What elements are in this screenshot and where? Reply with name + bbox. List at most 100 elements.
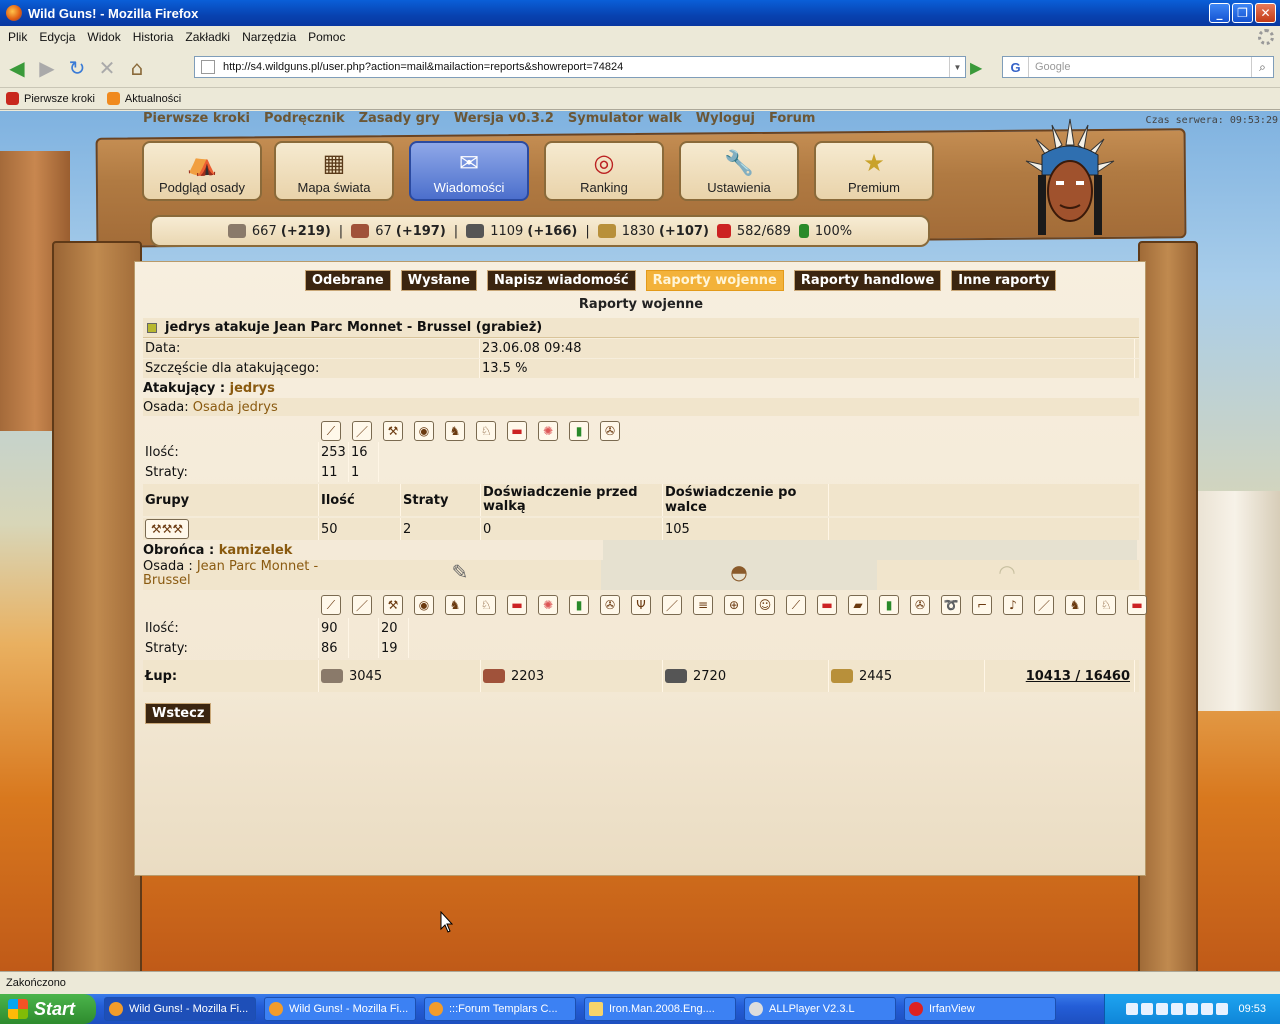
bookmark-aktualnosci[interactable]: Aktualności	[106, 92, 182, 105]
back-button[interactable]: Wstecz	[145, 703, 212, 724]
tab-odebrane[interactable]: Odebrane	[305, 270, 391, 291]
topnav-pierwsze-kroki[interactable]: Pierwsze kroki	[143, 111, 250, 129]
menu-narzedzia[interactable]: Narzędzia	[236, 30, 302, 44]
url-bar[interactable]: http://s4.wildguns.pl/user.php?action=ma…	[194, 56, 966, 78]
rss-icon	[106, 92, 120, 105]
report-paper: Odebrane Wysłane Napisz wiadomość Raport…	[134, 261, 1147, 876]
firefox-icon	[429, 1002, 443, 1016]
topnav-wyloguj[interactable]: Wyloguj	[696, 111, 755, 129]
topnav-forum[interactable]: Forum	[769, 111, 816, 129]
bookmarks-toolbar: Pierwsze kroki Aktualności	[0, 88, 1280, 110]
reload-icon[interactable]: ↻	[64, 55, 90, 81]
url-dropdown-icon[interactable]: ▼	[949, 57, 965, 77]
defender-name[interactable]: kamizelek	[219, 543, 293, 558]
defender-qty-row: Ilość: 90 20	[143, 618, 1139, 638]
nav-ranking[interactable]: ◎ Ranking	[544, 141, 664, 201]
attacker-name[interactable]: jedrys	[230, 381, 275, 396]
luck-row: Szczęście dla atakującego: 13.5 %	[143, 359, 1139, 378]
menu-edycja[interactable]: Edycja	[33, 30, 81, 44]
attacker-village[interactable]: Osada jedrys	[193, 400, 278, 415]
status-bar: Zakończono	[0, 971, 1280, 993]
nav-label: Premium	[847, 180, 900, 195]
page-icon	[201, 60, 215, 74]
go-icon[interactable]: ▶	[970, 58, 982, 77]
task-wildguns-1[interactable]: Wild Guns! - Mozilla Fi...	[104, 997, 256, 1021]
cowboy-hat-icon: ◓	[601, 560, 877, 590]
task-folder[interactable]: Iron.Man.2008.Eng....	[584, 997, 736, 1021]
close-button[interactable]: ✕	[1255, 3, 1276, 23]
tab-napisz[interactable]: Napisz wiadomość	[486, 270, 636, 291]
tomahawk-icon: ⚒	[383, 595, 403, 615]
resource-wood: 667 (+219)	[227, 224, 331, 239]
topnav-podrecznik[interactable]: Podręcznik	[264, 111, 345, 129]
status-text: Zakończono	[6, 976, 66, 989]
grain-icon	[831, 669, 853, 683]
loot-grain: 2445	[859, 668, 893, 684]
tray-icon	[1216, 1003, 1229, 1015]
nav-podglad-osady[interactable]: ⛺ Podgląd osady	[142, 141, 262, 201]
nav-mapa-swiata[interactable]: ▦ Mapa świata	[274, 141, 394, 201]
bookmark-pierwsze-kroki[interactable]: Pierwsze kroki	[6, 92, 95, 105]
nav-premium[interactable]: ★ Premium	[814, 141, 934, 201]
dynamite-icon: ▬	[507, 421, 527, 441]
dynamite-icon: ▬	[507, 595, 527, 615]
menu-pomoc[interactable]: Pomoc	[302, 30, 351, 44]
tab-inne-raporty[interactable]: Inne raporty	[951, 270, 1057, 291]
defender-unit-icons: ⟋／⚒◉♞♘▬✺▮✇ Ψ／≡⊕☺⟋▬▰▮✇ ➰⌐♪／♞♘▬▰▮✇	[321, 593, 1151, 617]
attacker-qty-row: Ilość: 253 16	[143, 442, 1139, 462]
defender-row: Obrońca : kamizelek	[143, 542, 293, 558]
search-placeholder: Google	[1035, 61, 1071, 73]
gatling-icon: ≡	[693, 595, 713, 615]
resource-clay: 67 (+197)	[351, 224, 446, 239]
nav-wiadomosci[interactable]: ✉ Wiadomości	[409, 141, 529, 201]
task-forum[interactable]: :::Forum Templars C...	[424, 997, 576, 1021]
wrench-icon: 🔧	[724, 150, 754, 177]
search-input[interactable]: G Google ⌕	[1002, 56, 1274, 78]
tab-raporty-wojenne[interactable]: Raporty wojenne	[645, 270, 784, 291]
task-irfanview[interactable]: IrfanView	[904, 997, 1056, 1021]
maximize-button[interactable]: ❐	[1232, 3, 1253, 23]
task-wildguns-2[interactable]: Wild Guns! - Mozilla Fi...	[264, 997, 416, 1021]
rifle-icon: ／	[352, 421, 372, 441]
stop-icon[interactable]: ✕	[94, 55, 120, 81]
wheel-icon: ✇	[910, 595, 930, 615]
search-icon[interactable]: ⌕	[1251, 57, 1273, 77]
rifle-icon: ／	[352, 595, 372, 615]
topnav-symulator[interactable]: Symulator walk	[568, 111, 682, 129]
topnav-zasady-gry[interactable]: Zasady gry	[359, 111, 440, 129]
resource-population: 582/689	[716, 224, 791, 239]
tray-icon	[1186, 1003, 1199, 1015]
pitchfork-icon: Ψ	[631, 595, 651, 615]
menu-historia[interactable]: Historia	[127, 30, 180, 44]
target-icon: ◎	[593, 150, 615, 177]
tab-raporty-handlowe[interactable]: Raporty handlowe	[793, 270, 942, 291]
defender-loss-row: Straty: 86 19	[143, 638, 1139, 658]
forward-icon[interactable]: ▶	[34, 55, 60, 81]
menu-zakladki[interactable]: Zakładki	[179, 30, 236, 44]
att-qty-2: 16	[349, 442, 379, 462]
minimize-button[interactable]: _	[1209, 3, 1230, 23]
bookmark-label: Aktualności	[124, 92, 182, 105]
shotgun-icon: ／	[662, 595, 682, 615]
def-qty-1: 90	[319, 618, 349, 638]
tab-wyslane[interactable]: Wysłane	[400, 270, 477, 291]
horse-icon: ♞	[445, 595, 465, 615]
nav-label: Wiadomości	[433, 180, 505, 195]
nav-ustawienia[interactable]: 🔧 Ustawienia	[679, 141, 799, 201]
task-allplayer[interactable]: ALLPlayer V2.3.L	[744, 997, 896, 1021]
back-icon[interactable]: ◀	[4, 55, 30, 81]
menu-plik[interactable]: Plik	[2, 30, 33, 44]
window-title: Wild Guns! - Mozilla Firefox	[28, 5, 199, 21]
report-heading: jedrys atakuje Jean Parc Monnet - Brusse…	[143, 318, 1139, 338]
white-horse-icon: ♘	[476, 421, 496, 441]
menu-widok[interactable]: Widok	[81, 30, 126, 44]
home-icon[interactable]: ⌂	[124, 55, 150, 81]
fire-icon: ✺	[538, 595, 558, 615]
musket-icon: ⟋	[786, 595, 806, 615]
topnav-wersja[interactable]: Wersja v0.3.2	[454, 111, 554, 129]
start-button[interactable]: Start	[0, 994, 96, 1024]
throbber-icon	[1258, 29, 1274, 45]
google-icon[interactable]: G	[1003, 57, 1029, 77]
attacker-loss-row: Straty: 11 1	[143, 462, 1139, 482]
bookmark-icon	[6, 92, 19, 105]
